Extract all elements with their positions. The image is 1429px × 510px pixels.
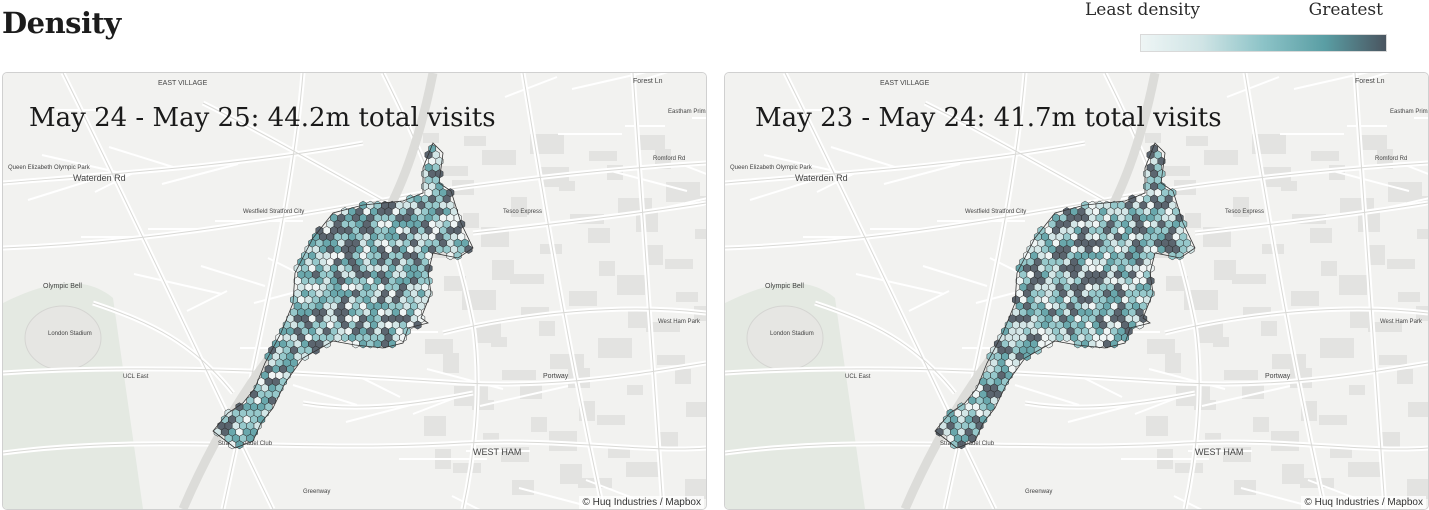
svg-text:WEST HAM: WEST HAM (473, 447, 521, 457)
svg-text:Forest Ln: Forest Ln (633, 78, 663, 85)
svg-text:West Ham Park: West Ham Park (1380, 319, 1423, 325)
map-attribution[interactable]: © Huq Industries / Mapbox (1301, 496, 1426, 509)
svg-text:Olympic Bell: Olympic Bell (43, 283, 82, 290)
svg-text:Portway: Portway (1265, 373, 1291, 380)
svg-text:Greenway: Greenway (1025, 489, 1052, 495)
svg-text:EAST VILLAGE: EAST VILLAGE (158, 80, 208, 87)
svg-text:Westfield Stratford City: Westfield Stratford City (965, 209, 1026, 215)
svg-text:Eastham Primary School: Eastham Primary School (1390, 109, 1428, 115)
svg-text:London Stadium: London Stadium (48, 331, 92, 337)
svg-text:EAST VILLAGE: EAST VILLAGE (880, 80, 930, 87)
svg-text:Romford Rd: Romford Rd (653, 156, 685, 162)
svg-text:Queen Elizabeth Olympic Park: Queen Elizabeth Olympic Park (8, 165, 91, 171)
map-attribution[interactable]: © Huq Industries / Mapbox (579, 496, 704, 509)
map-caption: May 24 - May 25: 44.2m total visits (29, 103, 496, 133)
svg-text:Olympic Bell: Olympic Bell (765, 283, 804, 290)
legend-gradient-bar (1140, 34, 1387, 52)
svg-text:Portway: Portway (543, 373, 569, 380)
svg-text:Greenway: Greenway (303, 489, 330, 495)
svg-text:Tesco Express: Tesco Express (503, 209, 542, 215)
svg-text:WEST HAM: WEST HAM (1195, 447, 1243, 457)
density-map-2[interactable]: EAST VILLAGE Waterden Rd Queen Elizabeth O… (724, 72, 1429, 510)
svg-text:Romford Rd: Romford Rd (1375, 156, 1407, 162)
svg-text:Queen Elizabeth Olympic Park: Queen Elizabeth Olympic Park (730, 165, 813, 171)
map-canvas[interactable]: EAST VILLAGE Waterden Rd Queen Elizabeth O… (3, 73, 706, 509)
legend-high-label: Greatest (1308, 0, 1383, 20)
map-canvas[interactable]: EAST VILLAGE Waterden Rd Queen Elizabeth O… (725, 73, 1428, 509)
svg-text:London Stadium: London Stadium (770, 331, 814, 337)
svg-text:West Ham Park: West Ham Park (658, 319, 701, 325)
map-caption: May 23 - May 24: 41.7m total visits (755, 103, 1222, 133)
svg-text:Tesco Express: Tesco Express (1225, 209, 1264, 215)
density-map-1[interactable]: EAST VILLAGE Waterden Rd Queen Elizabeth O… (2, 72, 707, 510)
svg-text:Forest Ln: Forest Ln (1355, 78, 1385, 85)
svg-text:Waterden Rd: Waterden Rd (795, 173, 848, 183)
svg-text:Waterden Rd: Waterden Rd (73, 173, 126, 183)
page-title: Density (2, 6, 121, 40)
legend-low-label: Least density (1085, 0, 1200, 20)
svg-text:UCL East: UCL East (845, 374, 871, 380)
svg-text:Eastham Primary School: Eastham Primary School (668, 109, 706, 115)
svg-text:UCL East: UCL East (123, 374, 149, 380)
svg-text:Westfield Stratford City: Westfield Stratford City (243, 209, 304, 215)
